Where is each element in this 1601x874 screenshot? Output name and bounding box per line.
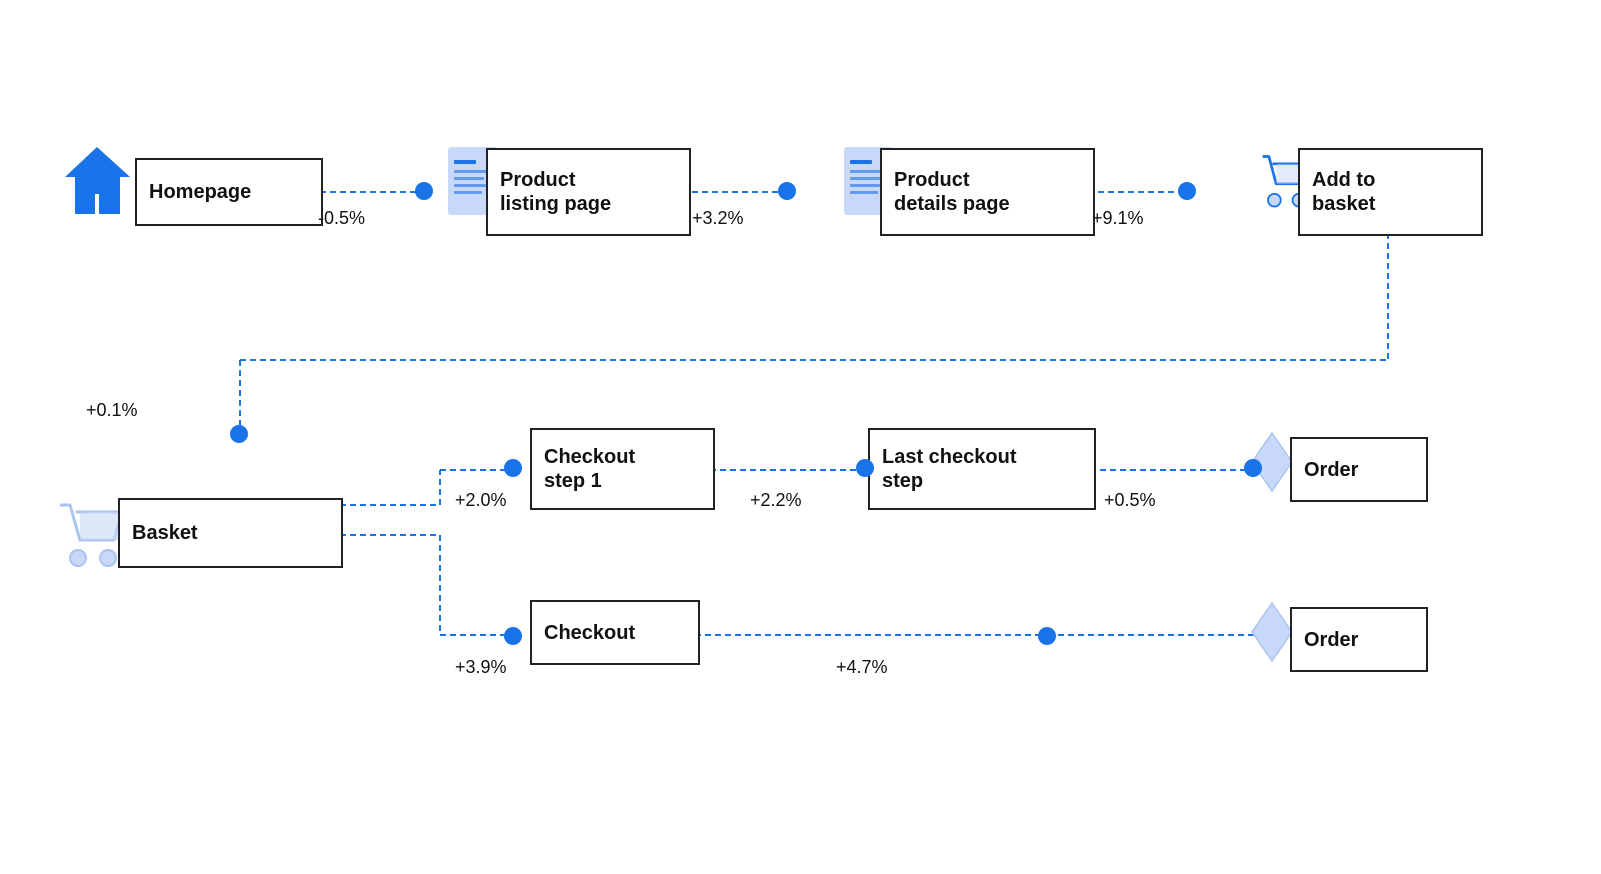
pct-8: +3.9% bbox=[455, 657, 507, 678]
last-checkout-node: Last checkoutstep bbox=[868, 428, 1096, 510]
homepage-label: Homepage bbox=[149, 180, 251, 204]
dot-7 bbox=[1244, 459, 1262, 477]
product-listing-label: Productlisting page bbox=[500, 168, 611, 216]
basket-node: Basket bbox=[118, 498, 343, 568]
add-to-basket-node: Add tobasket bbox=[1298, 148, 1483, 236]
dot-1 bbox=[415, 182, 433, 200]
pct-2: +3.2% bbox=[692, 208, 744, 229]
checkout-step1-node: Checkoutstep 1 bbox=[530, 428, 715, 510]
product-listing-node: Productlisting page bbox=[486, 148, 691, 236]
pct-5: +2.0% bbox=[455, 490, 507, 511]
dot-4 bbox=[230, 425, 248, 443]
pct-1: -0.5% bbox=[318, 208, 365, 229]
flowchart-diagram: Homepage Productlisting page Productdeta… bbox=[0, 0, 1601, 874]
basket-label: Basket bbox=[132, 521, 198, 545]
last-checkout-label: Last checkoutstep bbox=[882, 445, 1016, 493]
order2-node: Order bbox=[1290, 607, 1428, 672]
pct-9: +4.7% bbox=[836, 657, 888, 678]
checkout-label: Checkout bbox=[544, 621, 635, 645]
add-to-basket-label: Add tobasket bbox=[1312, 168, 1375, 216]
order2-label: Order bbox=[1304, 628, 1358, 652]
dot-6 bbox=[856, 459, 874, 477]
dot-9 bbox=[1038, 627, 1056, 645]
dot-5 bbox=[504, 459, 522, 477]
homepage-node: Homepage bbox=[135, 158, 323, 226]
checkout-node: Checkout bbox=[530, 600, 700, 665]
order1-label: Order bbox=[1304, 458, 1358, 482]
product-details-node: Productdetails page bbox=[880, 148, 1095, 236]
pct-3: +9.1% bbox=[1092, 208, 1144, 229]
dot-8 bbox=[504, 627, 522, 645]
dot-2 bbox=[778, 182, 796, 200]
order2-diamond-icon bbox=[1248, 595, 1296, 675]
checkout-step1-label: Checkoutstep 1 bbox=[544, 445, 635, 493]
pct-4: +0.1% bbox=[86, 400, 138, 421]
pct-6: +2.2% bbox=[750, 490, 802, 511]
order1-node: Order bbox=[1290, 437, 1428, 502]
dot-3 bbox=[1178, 182, 1196, 200]
pct-7: +0.5% bbox=[1104, 490, 1156, 511]
home-icon bbox=[60, 142, 135, 227]
basket-icon bbox=[58, 490, 123, 575]
product-details-label: Productdetails page bbox=[894, 168, 1010, 216]
